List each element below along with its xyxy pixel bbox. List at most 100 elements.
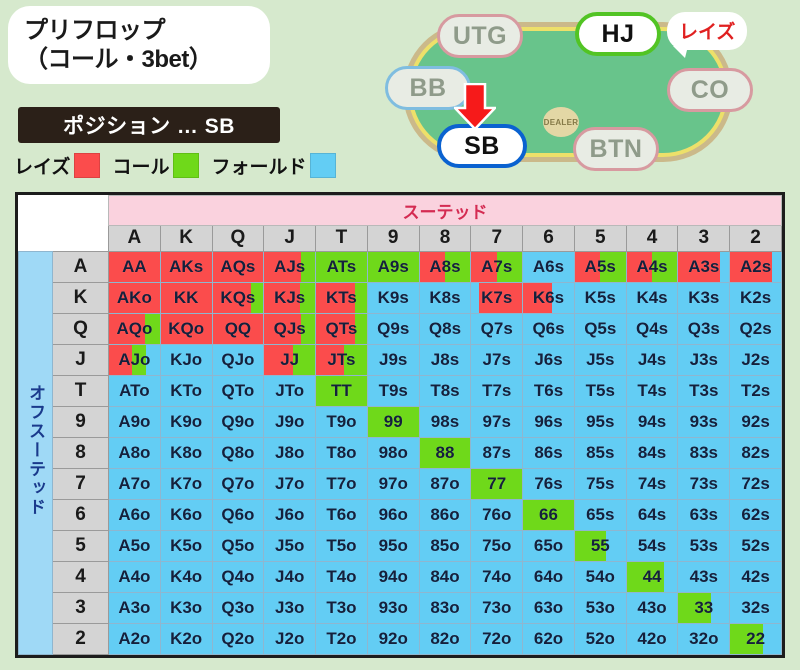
- hand-cell-K9s[interactable]: K9s: [366, 282, 420, 314]
- hand-cell-A6o[interactable]: A6o: [108, 499, 161, 531]
- hand-cell-92s[interactable]: 92s: [729, 406, 782, 438]
- hand-cell-88[interactable]: 88: [418, 437, 472, 469]
- hand-cell-QTs[interactable]: QTs: [315, 313, 368, 345]
- hand-cell-K5s[interactable]: K5s: [573, 282, 627, 314]
- hand-cell-Q5s[interactable]: Q5s: [573, 313, 627, 345]
- hand-cell-K6s[interactable]: K6s: [522, 282, 575, 314]
- hand-cell-42s[interactable]: 42s: [729, 561, 782, 593]
- hand-cell-Q8s[interactable]: Q8s: [418, 313, 472, 345]
- hand-cell-32s[interactable]: 32s: [729, 592, 782, 624]
- hand-cell-76s[interactable]: 76s: [522, 468, 575, 500]
- hand-cell-84o[interactable]: 84o: [418, 561, 472, 593]
- hand-cell-A7o[interactable]: A7o: [108, 468, 161, 500]
- hand-cell-54o[interactable]: 54o: [573, 561, 627, 593]
- hand-cell-Q3s[interactable]: Q3s: [677, 313, 731, 345]
- hand-cell-T2o[interactable]: T2o: [315, 623, 368, 655]
- hand-cell-T4s[interactable]: T4s: [625, 375, 679, 407]
- hand-cell-Q5o[interactable]: Q5o: [211, 530, 265, 562]
- hand-cell-J6s[interactable]: J6s: [522, 344, 575, 376]
- hand-cell-Q3o[interactable]: Q3o: [211, 592, 265, 624]
- hand-cell-ATo[interactable]: ATo: [108, 375, 161, 407]
- hand-cell-54s[interactable]: 54s: [625, 530, 679, 562]
- hand-cell-J7s[interactable]: J7s: [470, 344, 524, 376]
- hand-cell-K2o[interactable]: K2o: [159, 623, 213, 655]
- hand-cell-T3o[interactable]: T3o: [315, 592, 368, 624]
- hand-cell-J7o[interactable]: J7o: [263, 468, 317, 500]
- hand-cell-A3o[interactable]: A3o: [108, 592, 161, 624]
- hand-cell-QJs[interactable]: QJs: [263, 313, 317, 345]
- hand-cell-75s[interactable]: 75s: [573, 468, 627, 500]
- hand-cell-94s[interactable]: 94s: [625, 406, 679, 438]
- hand-cell-75o[interactable]: 75o: [470, 530, 524, 562]
- hand-cell-A9o[interactable]: A9o: [108, 406, 161, 438]
- hand-cell-J5s[interactable]: J5s: [573, 344, 627, 376]
- hand-cell-93s[interactable]: 93s: [677, 406, 731, 438]
- hand-cell-J9s[interactable]: J9s: [366, 344, 420, 376]
- hand-cell-73o[interactable]: 73o: [470, 592, 524, 624]
- hand-cell-97s[interactable]: 97s: [470, 406, 524, 438]
- hand-cell-TT[interactable]: TT: [315, 375, 368, 407]
- hand-cell-83s[interactable]: 83s: [677, 437, 731, 469]
- hand-cell-T6o[interactable]: T6o: [315, 499, 368, 531]
- hand-cell-86s[interactable]: 86s: [522, 437, 575, 469]
- hand-cell-K6o[interactable]: K6o: [159, 499, 213, 531]
- hand-cell-92o[interactable]: 92o: [366, 623, 420, 655]
- hand-cell-95s[interactable]: 95s: [573, 406, 627, 438]
- hand-cell-93o[interactable]: 93o: [366, 592, 420, 624]
- hand-cell-86o[interactable]: 86o: [418, 499, 472, 531]
- hand-cell-98s[interactable]: 98s: [418, 406, 472, 438]
- hand-cell-T7s[interactable]: T7s: [470, 375, 524, 407]
- hand-cell-94o[interactable]: 94o: [366, 561, 420, 593]
- hand-cell-A4o[interactable]: A4o: [108, 561, 161, 593]
- hand-cell-Q8o[interactable]: Q8o: [211, 437, 265, 469]
- hand-cell-K8s[interactable]: K8s: [418, 282, 472, 314]
- hand-cell-T3s[interactable]: T3s: [677, 375, 731, 407]
- hand-cell-72o[interactable]: 72o: [470, 623, 524, 655]
- hand-cell-J5o[interactable]: J5o: [263, 530, 317, 562]
- hand-cell-43s[interactable]: 43s: [677, 561, 731, 593]
- hand-cell-82o[interactable]: 82o: [418, 623, 472, 655]
- hand-cell-J2o[interactable]: J2o: [263, 623, 317, 655]
- hand-cell-A5o[interactable]: A5o: [108, 530, 161, 562]
- hand-cell-KQo[interactable]: KQo: [159, 313, 213, 345]
- hand-cell-55[interactable]: 55: [573, 530, 627, 562]
- hand-cell-43o[interactable]: 43o: [625, 592, 679, 624]
- hand-cell-J3o[interactable]: J3o: [263, 592, 317, 624]
- hand-cell-JTo[interactable]: JTo: [263, 375, 317, 407]
- hand-cell-65s[interactable]: 65s: [573, 499, 627, 531]
- hand-cell-64s[interactable]: 64s: [625, 499, 679, 531]
- hand-cell-T6s[interactable]: T6s: [522, 375, 575, 407]
- hand-cell-Q6s[interactable]: Q6s: [522, 313, 575, 345]
- hand-cell-K3o[interactable]: K3o: [159, 592, 213, 624]
- hand-cell-J2s[interactable]: J2s: [729, 344, 782, 376]
- hand-cell-52o[interactable]: 52o: [573, 623, 627, 655]
- hand-cell-A8s[interactable]: A8s: [418, 251, 472, 283]
- hand-cell-99[interactable]: 99: [366, 406, 420, 438]
- hand-cell-Q6o[interactable]: Q6o: [211, 499, 265, 531]
- hand-cell-44[interactable]: 44: [625, 561, 679, 593]
- hand-cell-A2o[interactable]: A2o: [108, 623, 161, 655]
- hand-cell-T9s[interactable]: T9s: [366, 375, 420, 407]
- hand-cell-KK[interactable]: KK: [159, 282, 213, 314]
- hand-cell-65o[interactable]: 65o: [522, 530, 575, 562]
- hand-cell-53o[interactable]: 53o: [573, 592, 627, 624]
- hand-cell-77[interactable]: 77: [470, 468, 524, 500]
- hand-cell-Q9o[interactable]: Q9o: [211, 406, 265, 438]
- hand-cell-K2s[interactable]: K2s: [729, 282, 782, 314]
- hand-cell-83o[interactable]: 83o: [418, 592, 472, 624]
- hand-cell-K9o[interactable]: K9o: [159, 406, 213, 438]
- seat-btn[interactable]: BTN: [573, 127, 659, 171]
- seat-utg[interactable]: UTG: [437, 14, 523, 58]
- hand-cell-T7o[interactable]: T7o: [315, 468, 368, 500]
- hand-cell-A6s[interactable]: A6s: [522, 251, 575, 283]
- hand-cell-AQs[interactable]: AQs: [211, 251, 265, 283]
- hand-cell-K7s[interactable]: K7s: [470, 282, 524, 314]
- hand-cell-97o[interactable]: 97o: [366, 468, 420, 500]
- hand-cell-Q9s[interactable]: Q9s: [366, 313, 420, 345]
- hand-cell-A9s[interactable]: A9s: [366, 251, 420, 283]
- hand-cell-32o[interactable]: 32o: [677, 623, 731, 655]
- hand-cell-84s[interactable]: 84s: [625, 437, 679, 469]
- hand-cell-Q2s[interactable]: Q2s: [729, 313, 782, 345]
- hand-cell-J6o[interactable]: J6o: [263, 499, 317, 531]
- hand-cell-64o[interactable]: 64o: [522, 561, 575, 593]
